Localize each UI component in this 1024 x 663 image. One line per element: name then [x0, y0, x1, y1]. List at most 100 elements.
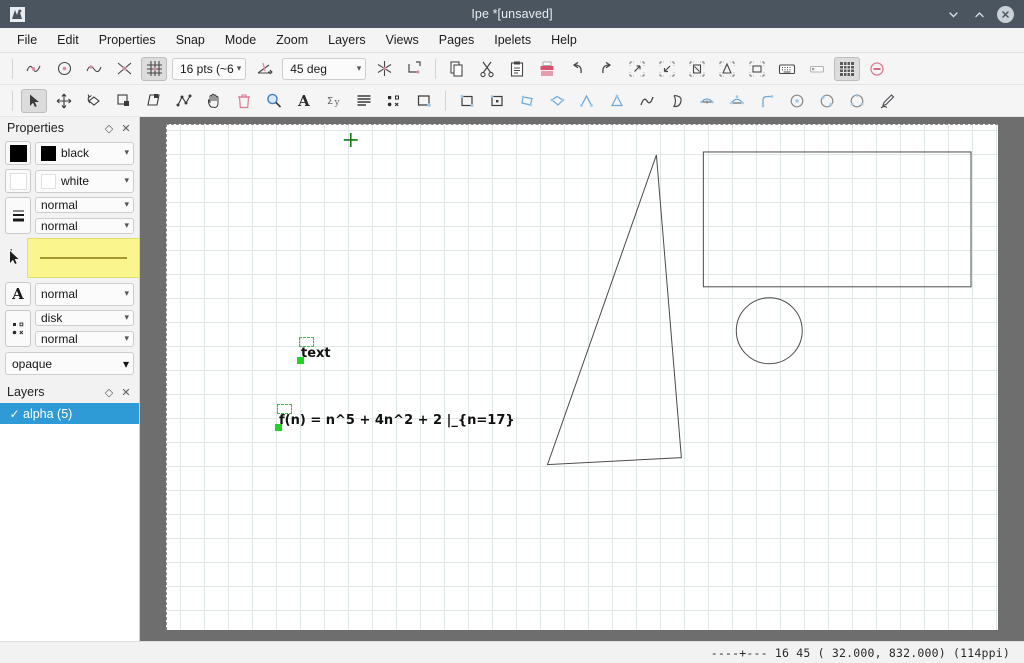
menu-ipelets[interactable]: Ipelets: [484, 30, 541, 50]
menu-edit[interactable]: Edit: [47, 30, 89, 50]
pen-width-dropdown[interactable]: normal ▾: [35, 197, 134, 213]
layer-item-alpha[interactable]: ✓ alpha (5): [0, 403, 139, 424]
properties-panel-title: Properties: [7, 121, 64, 135]
mode-arc-3point-button[interactable]: [724, 89, 750, 113]
marks-icon[interactable]: [5, 310, 31, 347]
mode-select-button[interactable]: [21, 88, 47, 113]
marker-size-dropdown[interactable]: normal ▾: [35, 331, 134, 347]
close-panel-icon[interactable]: ✕: [119, 121, 133, 135]
menu-pages[interactable]: Pages: [429, 30, 484, 50]
menu-mode[interactable]: Mode: [215, 30, 266, 50]
document-page[interactable]: text f(n) = n^5 + 4n^2 + 2 |_{n=17}: [166, 124, 998, 630]
layer-check-icon[interactable]: ✓: [6, 407, 23, 421]
fit-objects-button[interactable]: [714, 57, 740, 81]
snap-control-point-button[interactable]: [51, 57, 77, 81]
mode-circle-diameter-button[interactable]: [814, 89, 840, 113]
close-panel-icon[interactable]: ✕: [119, 385, 133, 399]
cut-button[interactable]: [474, 57, 500, 81]
text-size-dropdown[interactable]: normal ▾: [35, 282, 134, 306]
layers-list: ✓ alpha (5): [0, 403, 139, 641]
grid-visible-button[interactable]: [834, 56, 861, 81]
stroke-color-dropdown[interactable]: black ▾: [35, 141, 134, 165]
menu-snap[interactable]: Snap: [166, 30, 215, 50]
fill-color-value: white: [61, 174, 90, 188]
mode-marks-button[interactable]: [381, 89, 407, 113]
snap-axis-button[interactable]: [401, 57, 427, 81]
minimize-button[interactable]: [945, 6, 961, 22]
angular-snap-button[interactable]: [251, 57, 277, 81]
zoom-out-button[interactable]: [654, 57, 680, 81]
snap-grid-button[interactable]: [141, 56, 167, 81]
mode-zoom-button[interactable]: [261, 89, 287, 113]
arrow-style-preview[interactable]: [27, 238, 139, 278]
mode-pan-button[interactable]: [201, 89, 227, 113]
float-panel-icon[interactable]: ◇: [102, 121, 116, 135]
mode-stretch-button[interactable]: [111, 89, 137, 113]
arrow-cursor-icon[interactable]: [5, 248, 23, 268]
fit-selection-button[interactable]: [744, 57, 770, 81]
mode-box-button[interactable]: [484, 89, 510, 113]
pen-width-icon[interactable]: [5, 197, 31, 234]
fit-page-button[interactable]: [684, 57, 710, 81]
mode-rect-select-button[interactable]: [411, 89, 437, 113]
float-panel-icon[interactable]: ◇: [102, 385, 116, 399]
mode-paragraph-button[interactable]: [351, 89, 377, 113]
selection-anchor[interactable]: [297, 357, 304, 364]
chevron-down-icon: ▾: [124, 148, 129, 158]
mode-shear-button[interactable]: [141, 89, 167, 113]
fill-color-button[interactable]: [5, 169, 31, 193]
text-object-label[interactable]: text: [297, 337, 331, 364]
mode-rotate-button[interactable]: [81, 89, 107, 113]
mode-arc-tangent-button[interactable]: [754, 89, 780, 113]
menu-help[interactable]: Help: [541, 30, 587, 50]
stroke-color-button[interactable]: [5, 141, 31, 165]
zoom-in-button[interactable]: [624, 57, 650, 81]
menu-layers[interactable]: Layers: [318, 30, 376, 50]
copy-button[interactable]: [444, 57, 470, 81]
mode-rectangle-button[interactable]: [454, 89, 480, 113]
undo-button[interactable]: [564, 57, 590, 81]
menu-zoom[interactable]: Zoom: [266, 30, 318, 50]
close-button[interactable]: [997, 5, 1014, 23]
menu-file[interactable]: File: [7, 30, 47, 50]
paste-button[interactable]: [504, 57, 530, 81]
mode-triangle-button[interactable]: [604, 89, 630, 113]
mode-ink-button[interactable]: [874, 89, 900, 113]
mode-polygon-button[interactable]: [544, 89, 570, 113]
snap-vertex-button[interactable]: [21, 57, 47, 81]
mode-parallelogram-button[interactable]: [514, 89, 540, 113]
mode-spline-button[interactable]: [634, 89, 660, 113]
shredder-button[interactable]: [534, 57, 560, 81]
mode-text-button[interactable]: A: [291, 89, 317, 113]
menu-properties[interactable]: Properties: [89, 30, 166, 50]
letter-a-icon[interactable]: A: [5, 282, 31, 306]
mode-math-button[interactable]: Σy: [321, 89, 347, 113]
dash-style-dropdown[interactable]: normal ▾: [35, 218, 134, 234]
mode-circle-3point-button[interactable]: [844, 89, 870, 113]
keyboard-button[interactable]: [774, 57, 800, 81]
mode-edit-points-button[interactable]: [171, 89, 197, 113]
menu-views[interactable]: Views: [376, 30, 429, 50]
circle-minus-button[interactable]: [864, 57, 890, 81]
mode-polyline-button[interactable]: [574, 89, 600, 113]
snap-auto-button[interactable]: [371, 57, 397, 81]
selection-anchor[interactable]: [275, 424, 282, 431]
redo-button[interactable]: [594, 57, 620, 81]
text-object-formula[interactable]: f(n) = n^5 + 4n^2 + 2 |_{n=17}: [275, 404, 515, 431]
fill-color-dropdown[interactable]: white ▾: [35, 169, 134, 193]
maximize-button[interactable]: [971, 6, 987, 22]
snap-intersection-button[interactable]: [111, 57, 137, 81]
angle-size-dropdown[interactable]: 45 deg ▾: [282, 57, 367, 80]
mode-delete-button[interactable]: [231, 89, 257, 113]
marker-shape-dropdown[interactable]: disk ▾: [35, 310, 134, 326]
mode-circle-center-button[interactable]: [784, 89, 810, 113]
text-object-value: text: [301, 346, 331, 361]
mode-translate-button[interactable]: [51, 89, 77, 113]
mode-splinegon-button[interactable]: [664, 89, 690, 113]
grid-size-dropdown[interactable]: 16 pts (~6 ▾: [172, 57, 247, 80]
snap-boundary-button[interactable]: [81, 57, 107, 81]
drawing-canvas[interactable]: text f(n) = n^5 + 4n^2 + 2 |_{n=17}: [140, 117, 1024, 641]
mode-arc-center-button[interactable]: [694, 89, 720, 113]
bookmark-button[interactable]: [804, 57, 830, 81]
opacity-dropdown[interactable]: opaque ▾: [5, 352, 134, 375]
